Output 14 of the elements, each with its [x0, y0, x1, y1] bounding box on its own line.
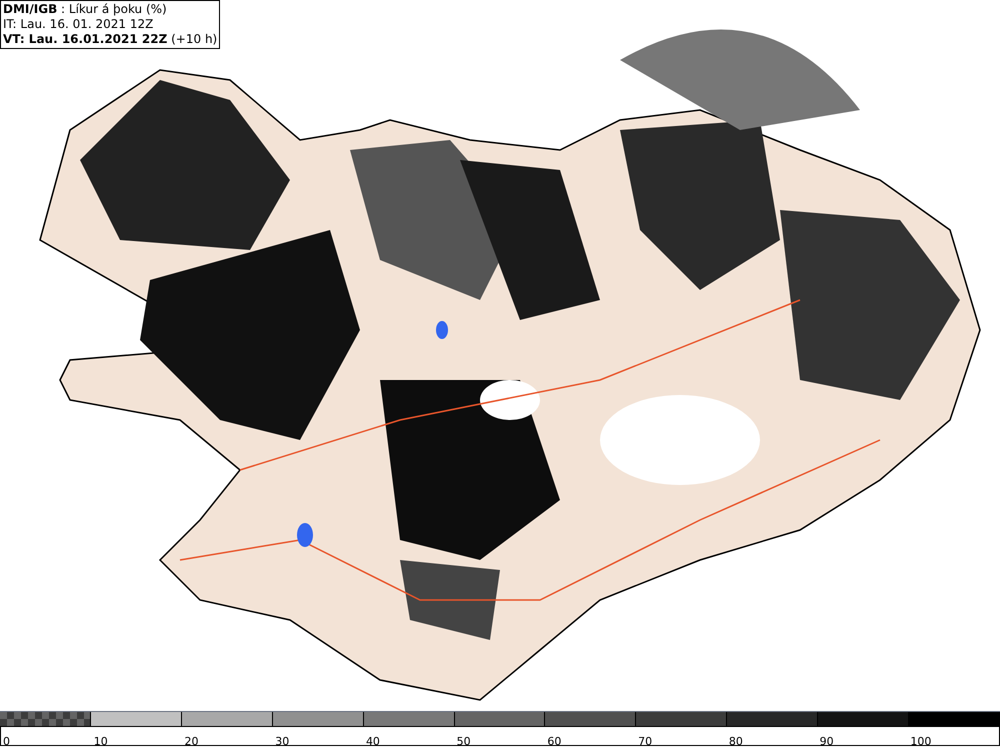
legend-label: 10 [94, 735, 108, 748]
legend-label: 80 [728, 735, 743, 748]
legend-label: 100 [910, 735, 932, 748]
legend-label: 50 [456, 735, 471, 748]
header-text: DMI/IGB : Líkur á þoku (%) [3, 2, 168, 17]
legend-label: 30 [275, 735, 290, 748]
header-text: VT: Lau. 16.01.2021 22Z (+10 h) [3, 32, 218, 47]
header-text: IT: Lau. 16. 01. 2021 12Z [3, 17, 154, 32]
legend-label: 90 [820, 735, 834, 748]
legend-label: 60 [547, 735, 562, 748]
legend-label: 20 [184, 735, 198, 748]
legend-label: 0 [3, 735, 10, 748]
legend-label: 70 [638, 735, 652, 748]
legend-label: 40 [366, 735, 380, 748]
